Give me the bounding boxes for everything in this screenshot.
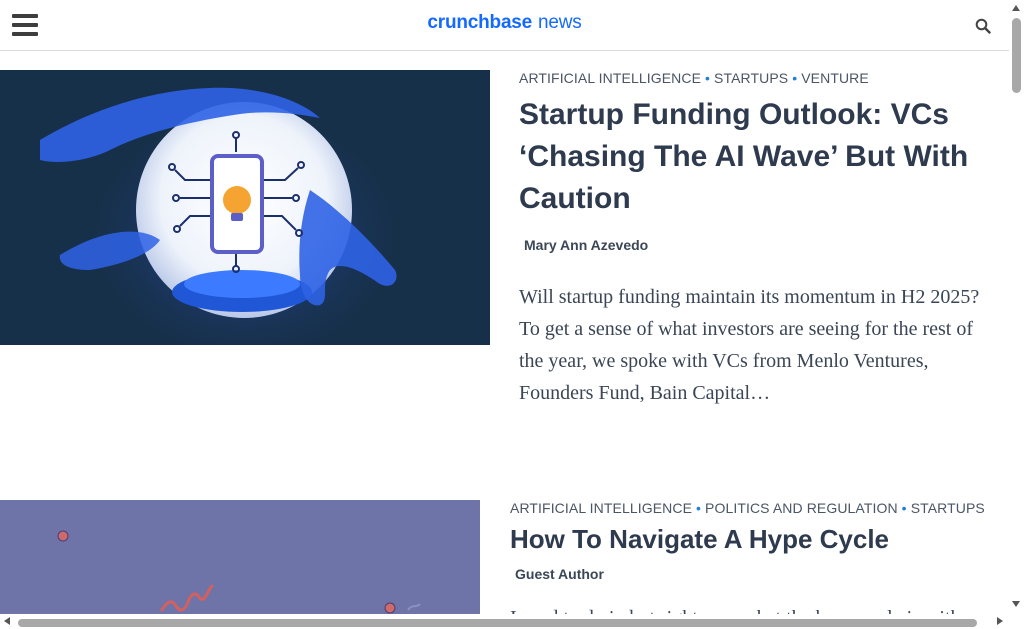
article-title[interactable]: How To Navigate A Hype Cycle xyxy=(510,522,1009,556)
article-meta: ARTIFICIAL INTELLIGENCE • STARTUPS • VENTURE… xyxy=(519,70,1009,409)
category-link[interactable]: POLITICS AND REGULATION xyxy=(705,500,898,516)
author-row: Mary Ann Azevedo xyxy=(519,237,1009,255)
category-separator: • xyxy=(792,70,798,86)
scroll-left-arrow-icon[interactable] xyxy=(4,617,10,625)
category-link[interactable]: VENTURE xyxy=(801,70,869,86)
category-separator: • xyxy=(901,500,907,516)
category-separator: • xyxy=(705,70,711,86)
category-link[interactable]: ARTIFICIAL INTELLIGENCE xyxy=(519,70,701,86)
author-row: Guest Author xyxy=(510,566,1009,584)
category-list: ARTIFICIAL INTELLIGENCE • POLITICS AND REG… xyxy=(510,500,1009,516)
category-link[interactable]: STARTUPS xyxy=(911,500,985,516)
article-excerpt: I used to do in but right now what the h… xyxy=(510,602,980,614)
scroll-right-arrow-icon[interactable] xyxy=(997,617,1003,625)
logo-brand: crunchbase xyxy=(427,12,533,33)
article-card: ARTIFICIAL INTELLIGENCE • POLITICS AND REG… xyxy=(0,500,1009,614)
search-icon[interactable] xyxy=(975,18,991,34)
horizontal-scroll-thumb[interactable] xyxy=(18,619,977,627)
horizontal-scrollbar[interactable] xyxy=(0,614,1009,629)
logo-news: news xyxy=(538,12,582,33)
article-image[interactable] xyxy=(0,500,480,614)
vertical-scroll-thumb[interactable] xyxy=(1012,18,1021,93)
scroll-up-arrow-icon[interactable] xyxy=(1012,5,1020,11)
article-meta: ARTIFICIAL INTELLIGENCE • POLITICS AND REG… xyxy=(510,500,1009,614)
site-header: crunchbase news xyxy=(0,0,1009,51)
category-link[interactable]: ARTIFICIAL INTELLIGENCE xyxy=(510,500,692,516)
category-separator: • xyxy=(696,500,702,516)
vertical-scrollbar[interactable] xyxy=(1009,0,1024,614)
article-excerpt: Will startup funding maintain its moment… xyxy=(519,286,980,404)
article-image[interactable] xyxy=(0,70,490,345)
scroll-down-arrow-icon[interactable] xyxy=(1012,601,1020,607)
article-card: ARTIFICIAL INTELLIGENCE • STARTUPS • VENTURE… xyxy=(0,70,1009,404)
category-link[interactable]: STARTUPS xyxy=(714,70,788,86)
author-link[interactable]: Guest Author xyxy=(515,566,604,582)
crunchbase-news-logo[interactable]: crunchbase news xyxy=(0,12,1009,34)
article-title[interactable]: Startup Funding Outlook: VCs ‘Chasing Th… xyxy=(519,94,1009,220)
category-list: ARTIFICIAL INTELLIGENCE • STARTUPS • VENTURE xyxy=(519,70,1009,86)
author-link[interactable]: Mary Ann Azevedo xyxy=(524,237,648,253)
